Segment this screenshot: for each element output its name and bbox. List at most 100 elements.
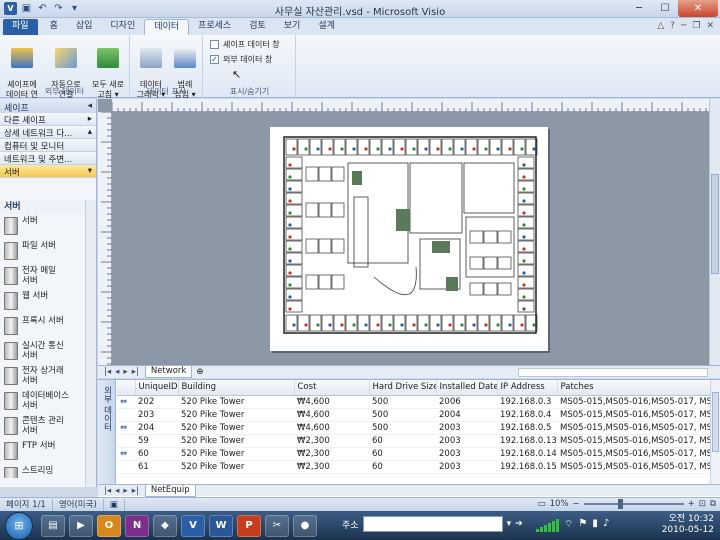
column-header[interactable]: Hard Drive Size	[369, 380, 437, 396]
zoom-out-icon[interactable]: −	[573, 499, 580, 509]
shape-item[interactable]: 스트리밍	[0, 464, 85, 478]
shape-item[interactable]: 서버	[0, 214, 85, 239]
outlook-taskbar-button[interactable]: O	[97, 514, 121, 537]
data-tab-netequip[interactable]: NetEquip	[144, 484, 196, 497]
next-tab-icon[interactable]: ▸	[123, 486, 127, 496]
visio-taskbar-button[interactable]: V	[181, 514, 205, 537]
zoom-level[interactable]: 10%	[550, 499, 569, 509]
table-cell[interactable]: 192.168.0.13	[497, 434, 557, 448]
table-cell[interactable]: 60	[369, 447, 436, 461]
messenger-icon[interactable]: ●	[293, 514, 317, 537]
table-cell[interactable]: 500	[369, 408, 436, 422]
table-row[interactable]: 59 520 Pike Tower ₩2,300 60 2003 192.168.0.13…	[117, 434, 710, 448]
table-row[interactable]: ⇔ 204 520 Pike Tower ₩4,600 500 2003 192.168.0…	[117, 421, 710, 435]
stencil-servers[interactable]: 서버 ▾	[0, 165, 96, 178]
explorer-icon[interactable]: ▤	[41, 514, 65, 537]
column-header[interactable]: Patches	[557, 380, 711, 396]
tab-home[interactable]: 홈	[41, 19, 67, 35]
table-cell[interactable]: 60	[135, 447, 178, 461]
doc-restore-icon[interactable]: ❐	[692, 21, 700, 31]
table-cell[interactable]: ₩2,300	[294, 434, 369, 448]
app-icon[interactable]: ◆	[153, 514, 177, 537]
column-header[interactable]: UniqueID	[135, 380, 179, 396]
fit-page-icon[interactable]: ⊡	[699, 499, 706, 509]
table-cell[interactable]: 500	[369, 395, 436, 409]
minimize-button[interactable]: ─	[626, 0, 652, 17]
first-tab-icon[interactable]: |◂	[104, 486, 111, 496]
shape-item[interactable]: 전자 메일 서버	[0, 264, 85, 289]
media-player-icon[interactable]: ▶	[69, 514, 93, 537]
flag-icon[interactable]: ⚑	[578, 518, 587, 532]
macro-record-icon[interactable]: ▣	[104, 498, 125, 511]
shape-item[interactable]: 전자 상거래 서버	[0, 364, 85, 389]
address-input[interactable]	[362, 516, 503, 532]
table-cell[interactable]: 520 Pike Tower	[178, 460, 294, 474]
table-cell[interactable]: 2006	[436, 395, 497, 409]
help-icon[interactable]: ?	[670, 21, 675, 31]
external-data-window-checkbox[interactable]: ✓ 외부 데이터 창	[210, 54, 272, 65]
table-cell[interactable]: MS05-015,MS05-016,MS05-017, MS	[557, 408, 710, 422]
shape-item[interactable]: 웹 서버	[0, 289, 85, 314]
table-cell[interactable]: MS05-015,MS05-016,MS05-017, MS	[557, 421, 710, 435]
table-cell[interactable]: MS05-015,MS05-016,MS05-017, MS	[557, 447, 710, 461]
tab-insert[interactable]: 삽입	[67, 19, 102, 35]
table-cell[interactable]: 192.168.0.3	[497, 395, 557, 409]
zoom-slider[interactable]	[583, 499, 684, 509]
maximize-button[interactable]: ☐	[652, 0, 678, 17]
shape-item[interactable]: FTP 서버	[0, 439, 85, 464]
tab-view[interactable]: 보기	[275, 19, 310, 35]
clock[interactable]: 오전 10:32 2010-05-12	[662, 514, 714, 536]
tab-review[interactable]: 검토	[240, 19, 275, 35]
stencil-detailed-network[interactable]: 상세 네트워크 다... ▴	[0, 126, 96, 139]
shape-item[interactable]: 실시간 통신 서버	[0, 339, 85, 364]
stencil-more-shapes[interactable]: 다른 셰이프 ▸	[0, 113, 96, 126]
switch-window-icon[interactable]: ⧉	[710, 499, 716, 509]
table-row[interactable]: ⇔ 60 520 Pike Tower ₩2,300 60 2003 192.168.0.1…	[117, 447, 710, 461]
language-indicator[interactable]: 영어(미국)	[53, 498, 104, 511]
page-tab-network[interactable]: Network	[144, 366, 193, 378]
doc-minimize-icon[interactable]: ─	[681, 21, 686, 31]
stencil-computers-monitors[interactable]: 컴퓨터 및 모니터	[0, 139, 96, 152]
column-header[interactable]: IP Address	[497, 380, 558, 396]
close-button[interactable]: ✕	[678, 0, 718, 17]
shape-item[interactable]: 파일 서버	[0, 239, 85, 264]
powerpoint-taskbar-button[interactable]: P	[237, 514, 261, 537]
next-page-icon[interactable]: ▸	[123, 367, 127, 377]
table-cell[interactable]: 500	[369, 421, 436, 435]
table-row[interactable]: ⇔ 202 520 Pike Tower ₩4,600 500 2006 192.168.0…	[117, 395, 710, 409]
table-cell[interactable]: 520 Pike Tower	[178, 447, 294, 461]
table-cell[interactable]: 2004	[436, 408, 497, 422]
signal-strength-icon[interactable]	[536, 518, 559, 532]
minimize-ribbon-icon[interactable]: △	[657, 21, 664, 31]
table-cell[interactable]: 192.168.0.15	[497, 460, 557, 474]
last-tab-icon[interactable]: ▸|	[132, 486, 139, 496]
table-cell[interactable]: 520 Pike Tower	[178, 421, 294, 435]
table-cell[interactable]: MS05-015,MS05-016,MS05-017, MS	[557, 434, 710, 448]
table-cell[interactable]: MS05-015,MS05-016,MS05-017, MS	[557, 460, 710, 474]
shape-item[interactable]: 프록시 서버	[0, 314, 85, 339]
onenote-taskbar-button[interactable]: N	[125, 514, 149, 537]
full-screen-icon[interactable]: ▭	[538, 499, 546, 509]
table-cell[interactable]: 60	[369, 460, 436, 474]
data-vertical-scrollbar[interactable]	[710, 380, 720, 486]
table-cell[interactable]: 61	[135, 460, 178, 474]
stencil-network-peripherals[interactable]: 네트워크 및 주변...	[0, 152, 96, 165]
table-cell[interactable]: 192.168.0.4	[497, 408, 557, 422]
column-header[interactable]: Cost	[294, 380, 370, 396]
collapse-pane-icon[interactable]: ◂	[87, 101, 92, 111]
table-cell[interactable]: 204	[135, 421, 178, 435]
table-cell[interactable]: ₩4,600	[294, 395, 369, 409]
table-cell[interactable]: 2003	[436, 421, 497, 435]
tab-layout[interactable]: 설계	[309, 19, 344, 35]
shape-item[interactable]: 콘텐츠 관리 서버	[0, 414, 85, 439]
insert-page-icon[interactable]: ⊕	[196, 367, 203, 377]
table-row[interactable]: 61 520 Pike Tower ₩2,300 60 2003 192.168.0.15…	[117, 460, 710, 474]
column-header[interactable]: Installed Date	[436, 380, 498, 396]
canvas-horizontal-scrollbar[interactable]	[518, 368, 708, 377]
tab-file[interactable]: 파일	[3, 19, 38, 35]
table-cell[interactable]: ₩4,600	[294, 421, 369, 435]
last-page-icon[interactable]: ▸|	[132, 367, 139, 377]
first-page-icon[interactable]: |◂	[104, 367, 111, 377]
table-cell[interactable]: 192.168.0.14	[497, 447, 557, 461]
wireless-icon[interactable]: ⌔	[564, 518, 573, 532]
